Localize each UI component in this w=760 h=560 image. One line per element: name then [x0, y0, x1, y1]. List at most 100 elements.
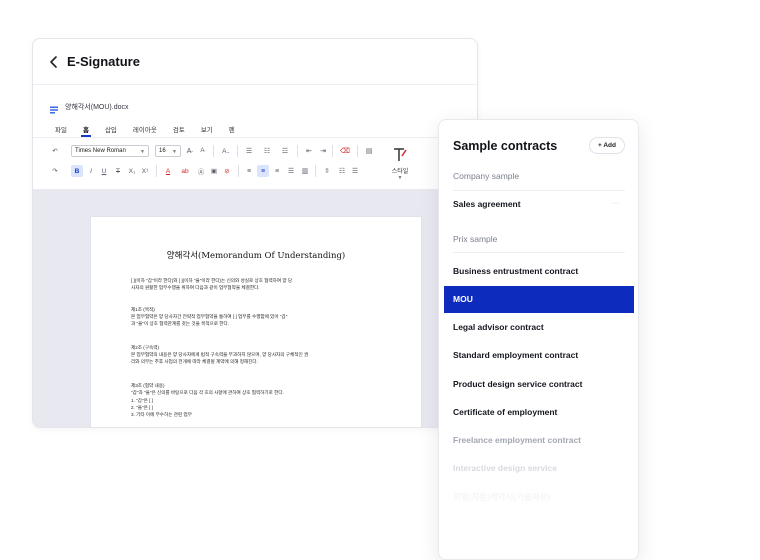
- paragraph-spacing-icon[interactable]: ☷: [336, 165, 348, 177]
- sample-contracts-panel: Sample contracts + Add Company sample Sa…: [438, 119, 639, 560]
- prix-sample-label: Prix sample: [453, 234, 498, 244]
- subscript-icon[interactable]: X₁: [126, 165, 138, 177]
- ribbon-toolbar: ↶ Times New Roman ▼ 16 ▼ A ^ Aˇ A ⌄ ☰ ☷ ☲ ⇤ …: [33, 137, 477, 193]
- scroll-fade: [439, 459, 638, 559]
- font-shrink-icon[interactable]: Aˇ: [197, 145, 209, 157]
- toolbar-divider: [332, 145, 333, 157]
- document-line: 사자의 원활한 업무수행을 위하여 다음과 같이 업무협약을 체결한다.: [131, 285, 260, 290]
- document-title: 양해각서(Memorandum Of Understanding): [166, 251, 346, 261]
- company-sample-label: Company sample: [453, 171, 520, 181]
- contract-item-freelance[interactable]: Freelance employment contract: [453, 435, 581, 445]
- document-page[interactable]: 양해각서(Memorandum Of Understanding) [ ](이하…: [91, 217, 421, 427]
- tab-review[interactable]: 검토: [173, 124, 185, 137]
- toolbar-divider: [237, 145, 238, 157]
- justify-icon[interactable]: ☰: [285, 165, 297, 177]
- document-line: 과 "을"이 상호 협력관계를 갖는 것을 목적으로 한다.: [131, 321, 229, 326]
- contract-item-product-design[interactable]: Product design service contract: [453, 379, 582, 389]
- chevron-down-icon: ▼: [397, 175, 403, 181]
- font-color-icon[interactable]: A: [161, 165, 175, 177]
- document-canvas: 양해각서(Memorandum Of Understanding) [ ](이하…: [33, 189, 477, 427]
- toolbar-divider: [315, 165, 316, 177]
- contract-item-business-entrustment[interactable]: Business entrustment contract: [453, 266, 578, 276]
- document-line: 본 업무협약의 내용은 양 당사자에게 법적 구속력을 부과하지 않으며, 양 …: [131, 352, 309, 357]
- divider: [453, 190, 625, 191]
- align-center-icon[interactable]: ≡: [257, 165, 269, 177]
- contract-item-legal-advisor[interactable]: Legal advisor contract: [453, 322, 544, 332]
- contract-item-mou-selected[interactable]: MOU: [444, 286, 634, 313]
- contract-item-sales-agreement[interactable]: Sales agreement: [453, 199, 521, 209]
- document-heading: 제1조 (목적): [131, 307, 155, 312]
- tab-view[interactable]: 보기: [201, 124, 213, 137]
- editor-window: E-Signature 양해각서(MOU).docx 파일 홈 삽입 레이아웃 …: [32, 38, 478, 428]
- strikethrough-icon[interactable]: T: [111, 165, 125, 177]
- column-icon[interactable]: ☰: [349, 165, 361, 177]
- font-family-select[interactable]: Times New Roman ▼: [71, 145, 149, 157]
- superscript-icon[interactable]: X¹: [139, 165, 151, 177]
- undo-icon[interactable]: ↶: [49, 145, 61, 157]
- borders-icon[interactable]: ▤: [362, 145, 376, 157]
- document-line: 1. "갑"은 [ ]: [131, 398, 153, 403]
- document-name: 양해각서(MOU).docx: [65, 104, 129, 111]
- add-button[interactable]: + Add: [589, 137, 625, 154]
- redo-icon[interactable]: ↷: [49, 165, 61, 177]
- document-heading: 제2조 (구속력): [131, 345, 160, 350]
- text-style-icon[interactable]: A ⌄: [219, 144, 233, 158]
- document-line: 3. 기타 이에 부수하는 관련 업무: [131, 412, 192, 417]
- style-icon: [394, 148, 407, 161]
- chevron-left-icon[interactable]: [47, 55, 61, 69]
- document-line: 2. "을"은 [ ]: [131, 405, 153, 410]
- font-size-value: 16: [159, 148, 166, 154]
- underline-icon[interactable]: U: [98, 165, 110, 177]
- align-right-icon[interactable]: ≡: [271, 165, 283, 177]
- document-name-row: 양해각서(MOU).docx: [33, 95, 477, 119]
- toolbar-divider: [213, 145, 214, 157]
- tab-home[interactable]: 홈: [80, 124, 91, 137]
- divider: [453, 252, 625, 253]
- align-left-icon[interactable]: ≡: [243, 165, 255, 177]
- editor-header: E-Signature: [33, 39, 477, 85]
- panel-title: Sample contracts: [453, 139, 558, 153]
- tab-insert[interactable]: 삽입: [105, 124, 117, 137]
- text-highlight-icon[interactable]: ab: [178, 165, 192, 177]
- contract-item-label: MOU: [453, 294, 473, 304]
- style-label: 스타일: [391, 169, 409, 175]
- tab-layout[interactable]: 레이아웃: [133, 124, 157, 137]
- toolbar-divider: [156, 165, 157, 177]
- tab-file[interactable]: 파일: [55, 124, 67, 137]
- ribbon-tabs: 파일 홈 삽입 레이아웃 검토 보기 펜: [33, 121, 477, 137]
- document-line: [ ](이하 "갑"이라 한다)와 [ ](이하 "을"이라 한다)는 신의와 …: [131, 278, 293, 283]
- toolbar-divider: [357, 145, 358, 157]
- document-line: 본 업무협약은 양 당사자간 전략적 업무협약을 통하여 [ ] 업무를 수행함…: [131, 314, 288, 319]
- font-size-select[interactable]: 16 ▼: [155, 145, 181, 157]
- chevron-down-icon: ▼: [172, 149, 177, 155]
- document-line: "갑"과 "을"은 신의를 바탕으로 다음 각 호의 사항에 관하여 상호 협력…: [131, 390, 284, 395]
- numbered-list-icon[interactable]: ☷: [260, 145, 274, 157]
- tab-pen[interactable]: 펜: [229, 124, 235, 137]
- clear-format-icon[interactable]: Ⓐ: [195, 165, 207, 177]
- distribute-icon[interactable]: ▥: [299, 165, 311, 177]
- style-button[interactable]: 스타일 ▼: [387, 146, 413, 182]
- document-line: 리와 의무는 추후 사업의 전개에 따라 체결될 계약에 의해 정해진다.: [131, 359, 258, 364]
- toolbar-divider: [297, 145, 298, 157]
- bold-icon[interactable]: B: [71, 165, 83, 177]
- editor-title: E-Signature: [67, 54, 140, 69]
- more-icon[interactable]: ···: [611, 200, 620, 207]
- italic-icon[interactable]: I: [85, 165, 97, 177]
- document-heading: 제3조 (협약 내용): [131, 383, 165, 388]
- eraser-icon[interactable]: ⊘: [221, 165, 233, 177]
- bullet-list-icon[interactable]: ☰: [242, 145, 256, 157]
- contract-item-standard-employment[interactable]: Standard employment contract: [453, 350, 578, 360]
- multilevel-list-icon[interactable]: ☲: [278, 145, 292, 157]
- highlight-color-icon[interactable]: ⌫: [337, 144, 353, 158]
- line-spacing-icon[interactable]: ⇳: [320, 165, 334, 177]
- chevron-down-icon: ▼: [140, 149, 145, 155]
- contract-item-certificate-employment[interactable]: Certificate of employment: [453, 407, 557, 417]
- indent-icon[interactable]: ⇥: [317, 145, 329, 157]
- outdent-icon[interactable]: ⇤: [303, 145, 315, 157]
- contract-item-advisory[interactable]: 위임(자문)계약서(기술자문): [453, 491, 550, 503]
- font-family-value: Times New Roman: [75, 148, 126, 154]
- character-border-icon[interactable]: ▣: [208, 165, 220, 177]
- contract-item-interactive-design[interactable]: Interactive design service: [453, 463, 557, 473]
- font-grow-icon[interactable]: A ^: [184, 145, 196, 157]
- toolbar-divider: [238, 165, 239, 177]
